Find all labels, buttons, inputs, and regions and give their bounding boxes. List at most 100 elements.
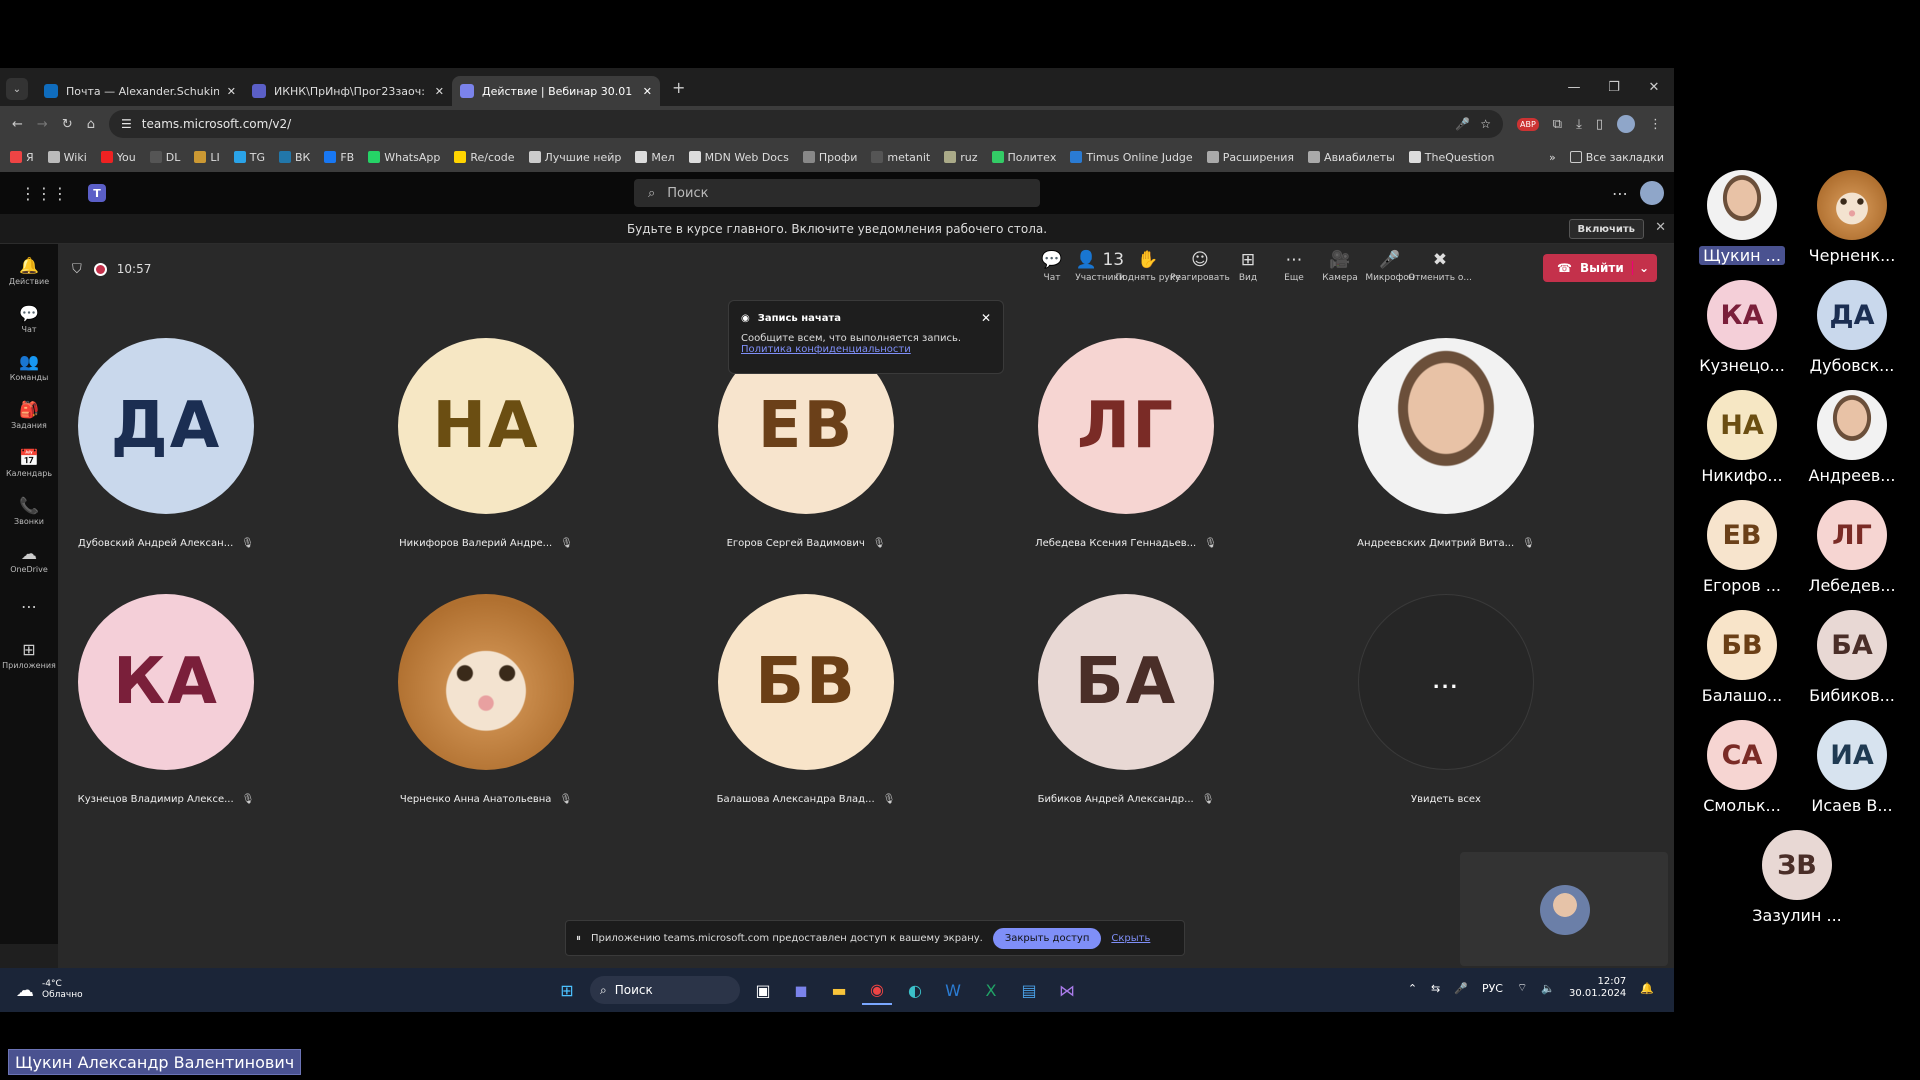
bookmark-item[interactable]: WhatsApp: [368, 150, 440, 164]
close-window-icon[interactable]: ✕: [1634, 80, 1674, 95]
app-launcher-icon[interactable]: ⋮⋮⋮: [20, 184, 68, 203]
tab-close-icon[interactable]: ✕: [435, 85, 444, 98]
bookmark-item[interactable]: metanit: [871, 150, 930, 164]
side-participant[interactable]: НА Никифо...: [1690, 390, 1794, 485]
bookmark-item[interactable]: Timus Online Judge: [1070, 150, 1193, 164]
menu-icon[interactable]: ⋮: [1649, 117, 1662, 132]
new-tab-icon[interactable]: +: [672, 78, 685, 97]
bookmark-item[interactable]: Профи: [802, 150, 857, 164]
bookmark-item[interactable]: You: [100, 150, 136, 164]
tray-wifi-icon[interactable]: ⌔: [1517, 981, 1527, 995]
chrome-icon[interactable]: ◉: [862, 975, 892, 1005]
taskbar-search[interactable]: ⌕ Поиск: [590, 976, 740, 1004]
extensions-icon[interactable]: ⧉: [1553, 117, 1562, 132]
participant-tile[interactable]: Андреевских Дмитрий Вита... 🎙: [1336, 338, 1556, 549]
restore-icon[interactable]: ❐: [1594, 80, 1634, 95]
forward-icon[interactable]: →: [37, 117, 48, 132]
tray-volume-icon[interactable]: 🔈: [1541, 982, 1555, 995]
browser-tab[interactable]: Действие | Вебинар 30.01 ✕: [452, 76, 660, 106]
teams-search-input[interactable]: ⌕ Поиск: [634, 179, 1040, 207]
task-view-icon[interactable]: ▣: [748, 975, 778, 1005]
mic-icon[interactable]: 🎤: [1455, 117, 1470, 131]
all-bookmarks[interactable]: Все закладки: [1569, 150, 1664, 164]
bookmark-item[interactable]: ВК: [278, 150, 310, 164]
rail-item[interactable]: 📞 Звонки: [0, 488, 58, 536]
self-view[interactable]: [1460, 852, 1668, 966]
tray-mic-icon[interactable]: 🎤: [1454, 982, 1468, 995]
download-icon[interactable]: ⤓: [1576, 117, 1582, 132]
side-participant[interactable]: БВ Балашо...: [1690, 610, 1794, 705]
side-participant[interactable]: ИА Исаев В...: [1800, 720, 1904, 815]
bookmark-item[interactable]: Лучшие нейр: [528, 150, 621, 164]
bookmark-item[interactable]: Авиабилеты: [1308, 150, 1395, 164]
excel-icon[interactable]: X: [976, 975, 1006, 1005]
side-participant[interactable]: Черненк...: [1800, 170, 1904, 265]
leave-button[interactable]: ☎ Выйти ⌄: [1543, 254, 1657, 282]
participant-tile[interactable]: КА Кузнецов Владимир Алексе... 🎙: [56, 594, 276, 805]
tab-close-icon[interactable]: ✕: [643, 85, 652, 98]
participant-tile[interactable]: Черненко Анна Анатольевна 🎙: [376, 594, 596, 805]
rail-item[interactable]: 🔔 Действие: [0, 248, 58, 296]
start-icon[interactable]: ⊞: [552, 975, 582, 1005]
visual-studio-icon[interactable]: ⋈: [1052, 975, 1082, 1005]
weather-icon[interactable]: ☁: [16, 980, 34, 1001]
minimize-icon[interactable]: —: [1554, 80, 1594, 95]
bookmark-item[interactable]: Политех: [991, 150, 1056, 164]
bookmark-item[interactable]: Мел: [635, 150, 675, 164]
side-participant[interactable]: Щукин ...: [1690, 170, 1794, 265]
participant-tile[interactable]: БА Бибиков Андрей Александр... 🎙: [1016, 594, 1236, 805]
bookmark-star-icon[interactable]: ☆: [1480, 117, 1491, 131]
more-options-icon[interactable]: ⋯: [1612, 184, 1628, 203]
side-participant[interactable]: ДА Дубовск...: [1800, 280, 1904, 375]
see-all-tile[interactable]: ... Увидеть всех: [1336, 594, 1556, 805]
browser-tab[interactable]: Почта — Alexander.Schukin@ ✕: [36, 76, 244, 106]
side-participant[interactable]: СА Смольк...: [1690, 720, 1794, 815]
side-participant[interactable]: Андреев...: [1800, 390, 1904, 485]
tab-close-icon[interactable]: ✕: [227, 85, 236, 98]
privacy-link[interactable]: Политика конфиденциальности: [741, 344, 911, 355]
participant-tile[interactable]: НА Никифоров Валерий Андре... 🎙: [376, 338, 596, 549]
bookmark-item[interactable]: Я: [10, 150, 34, 164]
tab-search-icon[interactable]: ⌄: [6, 78, 28, 100]
enable-notifications-button[interactable]: Включить: [1568, 219, 1644, 239]
clock[interactable]: 12:07 30.01.2024: [1569, 976, 1626, 1000]
explorer-icon[interactable]: ▬: [824, 975, 854, 1005]
bookmark-item[interactable]: Wiki: [47, 150, 87, 164]
meeting-control[interactable]: 🎥 Камера: [1314, 252, 1366, 284]
bookmark-item[interactable]: TheQuestion: [1408, 150, 1494, 164]
bookmark-item[interactable]: Re/code: [454, 150, 515, 164]
site-info-icon[interactable]: ☰: [121, 117, 132, 131]
extension-abp-icon[interactable]: ABP: [1517, 117, 1539, 131]
bookmark-item[interactable]: TG: [233, 150, 265, 164]
notification-bell-icon[interactable]: 🔔: [1640, 982, 1654, 995]
rail-item[interactable]: ⋯: [0, 584, 58, 632]
side-participant[interactable]: БА Бибиков...: [1800, 610, 1904, 705]
rail-item[interactable]: 💬 Чат: [0, 296, 58, 344]
side-participant[interactable]: ЗВ Зазулин ...: [1745, 830, 1849, 925]
user-avatar[interactable]: [1640, 181, 1664, 205]
meeting-control[interactable]: ⋯ Еще: [1268, 252, 1320, 284]
meeting-control[interactable]: ✋ Поднять руку: [1116, 252, 1181, 284]
toast-close-icon[interactable]: ✕: [981, 311, 991, 325]
participant-tile[interactable]: БВ Балашова Александра Влад... 🎙: [696, 594, 916, 805]
participant-tile[interactable]: ДА Дубовский Андрей Алексан... 🎙: [56, 338, 276, 549]
word-icon[interactable]: W: [938, 975, 968, 1005]
lang-indicator[interactable]: РУС: [1482, 982, 1503, 995]
meeting-control[interactable]: ✖ Отменить о...: [1408, 252, 1472, 284]
rail-item[interactable]: 📅 Календарь: [0, 440, 58, 488]
stop-sharing-button[interactable]: Закрыть доступ: [992, 927, 1102, 949]
bookmark-item[interactable]: FB: [324, 150, 354, 164]
meet-icon[interactable]: ◼: [786, 975, 816, 1005]
profile-icon[interactable]: [1617, 115, 1635, 133]
close-banner-icon[interactable]: ✕: [1655, 220, 1666, 235]
back-icon[interactable]: ←: [12, 117, 23, 132]
reload-icon[interactable]: ↻: [62, 117, 73, 132]
tray-chevron-icon[interactable]: ⌃: [1408, 982, 1417, 995]
bookmark-item[interactable]: Расширения: [1206, 150, 1294, 164]
bookmark-item[interactable]: ruz: [944, 150, 978, 164]
meeting-control[interactable]: ☺ Реагировать: [1170, 252, 1230, 284]
rail-item[interactable]: ⊞ Приложения: [0, 632, 58, 680]
bookmark-item[interactable]: LI: [194, 150, 220, 164]
meeting-control[interactable]: 💬 Чат: [1026, 252, 1078, 284]
home-icon[interactable]: ⌂: [87, 117, 95, 132]
